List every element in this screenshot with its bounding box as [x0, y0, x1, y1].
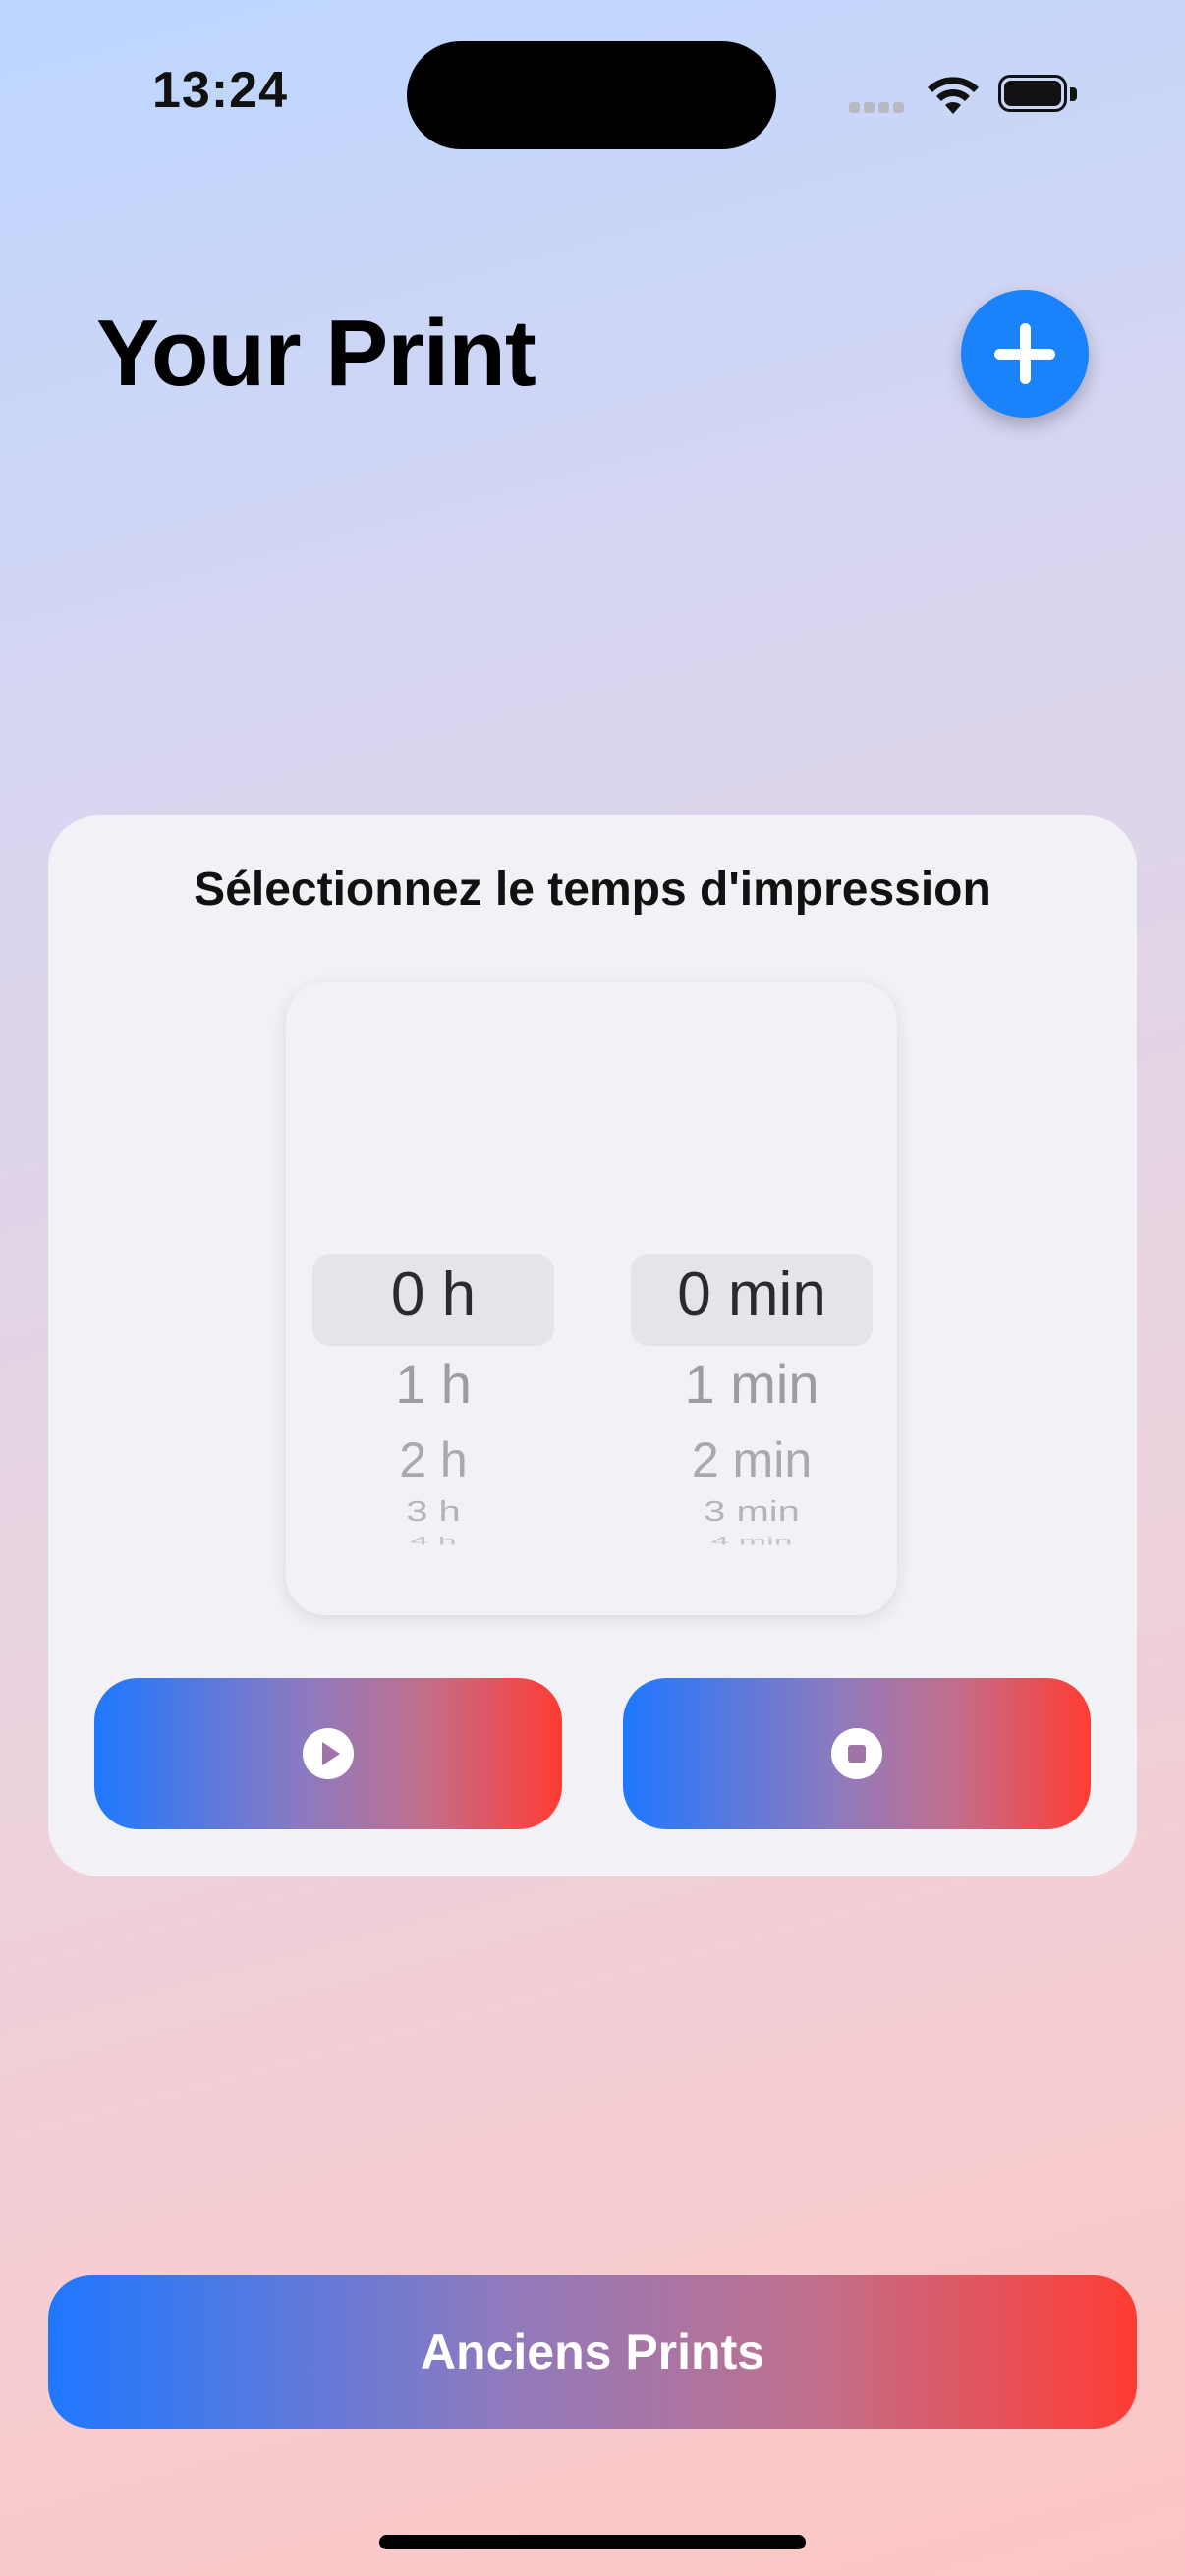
card-title: Sélectionnez le temps d'impression	[194, 864, 991, 916]
start-button[interactable]	[94, 1678, 562, 1829]
stop-button[interactable]	[623, 1678, 1091, 1829]
hours-option-selected[interactable]: 0 h	[312, 1260, 554, 1329]
history-button-label: Anciens Prints	[420, 2324, 765, 2380]
minutes-option[interactable]: 3 min	[631, 1496, 873, 1528]
history-button[interactable]: Anciens Prints	[48, 2275, 1137, 2429]
wifi-icon	[928, 77, 979, 114]
hours-option[interactable]: 3 h	[312, 1496, 554, 1528]
minutes-option-selected[interactable]: 0 min	[631, 1260, 873, 1329]
time-picker[interactable]: 0 h 1 h 2 h 3 h 4 h 0 min 1 min 2 min 3 …	[286, 982, 897, 1615]
status-bar: 13:24	[0, 0, 1185, 187]
print-time-card: Sélectionnez le temps d'impression 0 h 1…	[48, 815, 1137, 1876]
minutes-wheel[interactable]: 0 min 1 min 2 min 3 min 4 min	[631, 982, 873, 1615]
page-title: Your Print	[96, 301, 536, 406]
dynamic-island	[407, 41, 776, 149]
minutes-option[interactable]: 2 min	[631, 1431, 873, 1488]
battery-icon	[998, 75, 1079, 114]
minutes-option[interactable]: 4 min	[631, 1535, 873, 1548]
hours-option[interactable]: 2 h	[312, 1431, 554, 1488]
minutes-option[interactable]: 1 min	[631, 1352, 873, 1416]
stop-icon	[831, 1728, 882, 1779]
hours-wheel[interactable]: 0 h 1 h 2 h 3 h 4 h	[312, 982, 554, 1615]
play-icon	[303, 1728, 354, 1779]
home-indicator[interactable]	[379, 2535, 806, 2549]
hours-option[interactable]: 1 h	[312, 1352, 554, 1416]
add-print-button[interactable]	[961, 290, 1089, 418]
plus-icon	[994, 323, 1055, 384]
signal-icon	[849, 102, 906, 114]
hours-option[interactable]: 4 h	[312, 1535, 554, 1548]
status-time: 13:24	[152, 62, 288, 119]
